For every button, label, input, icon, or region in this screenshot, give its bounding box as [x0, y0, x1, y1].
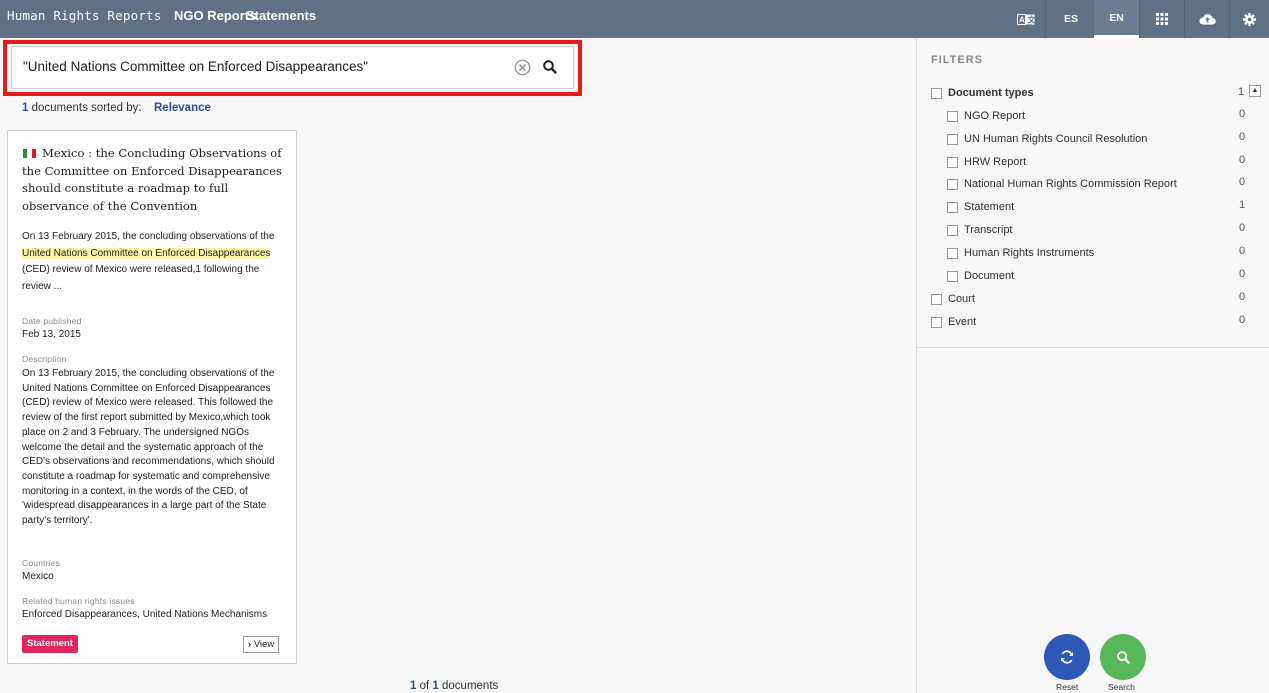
card-snippet: On 13 February 2015, the concluding obse…: [22, 229, 288, 295]
svg-text:A: A: [1019, 15, 1025, 24]
filter-count: 1: [1239, 199, 1246, 211]
filter-count: 0: [1239, 154, 1246, 166]
filter-label: Statement: [964, 201, 1015, 213]
sidebar-divider: [917, 347, 1269, 348]
collapse-up-icon[interactable]: ▲: [1249, 85, 1261, 97]
checkbox[interactable]: [931, 87, 942, 99]
checkbox[interactable]: [947, 201, 958, 213]
description-text: On 13 February 2015, the concluding obse…: [22, 368, 275, 527]
pagination-documents-label: documents: [442, 680, 499, 692]
clear-circle-icon[interactable]: [514, 59, 531, 76]
lang-es-button[interactable]: ES: [1048, 0, 1094, 38]
date-published-value: Feb 13, 2015: [22, 329, 81, 340]
search-label: Search: [1108, 682, 1135, 692]
brand-link[interactable]: Human Rights Reports: [7, 8, 162, 23]
search-icon[interactable]: [542, 59, 558, 75]
description-label: Description: [22, 354, 67, 364]
search-submit-button[interactable]: [1100, 634, 1146, 680]
pagination-of-label: of: [419, 680, 430, 692]
nav-link-ngo-reports[interactable]: NGO Reports: [174, 8, 256, 23]
filter-count: 1: [1238, 86, 1245, 98]
filter-ngo-report[interactable]: NGO Report: [947, 108, 1025, 124]
gear-icon[interactable]: [1230, 0, 1269, 38]
filter-label: Document: [964, 270, 1015, 282]
filter-count: 0: [1239, 222, 1246, 234]
filter-human-rights-instruments[interactable]: Human Rights Instruments: [947, 245, 1094, 261]
checkbox[interactable]: [947, 247, 958, 259]
filter-transcript[interactable]: Transcript: [947, 222, 1013, 238]
status-badge[interactable]: Statement: [22, 635, 78, 653]
reset-button[interactable]: [1044, 634, 1090, 680]
filter-count: 0: [1239, 314, 1246, 326]
snippet-text-before: On 13 February 2015, the concluding obse…: [22, 231, 275, 242]
lang-en-button[interactable]: EN: [1094, 0, 1139, 38]
filter-event[interactable]: Event: [931, 314, 976, 330]
filter-count: 0: [1239, 131, 1246, 143]
translate-icon[interactable]: A 文: [1007, 0, 1045, 38]
filter-label: Court: [948, 293, 975, 305]
related-issues-label: Related human rights issues: [22, 596, 135, 606]
svg-text:文: 文: [1028, 14, 1036, 24]
filter-count: 0: [1239, 268, 1246, 280]
search-icon: [1116, 650, 1130, 664]
filter-hrw-report[interactable]: HRW Report: [947, 154, 1026, 170]
view-button[interactable]: › View: [243, 636, 280, 653]
refresh-icon: [1061, 650, 1073, 664]
related-issues-value: Enforced Disappearances, United Nations …: [22, 609, 268, 620]
filter-document[interactable]: Document: [947, 268, 1014, 284]
result-card: Mexico : the Concluding Observations of …: [7, 130, 297, 664]
snippet-highlight: United Nations Committee on Enforced Dis…: [22, 247, 271, 259]
countries-label: Countries: [22, 558, 61, 568]
filters-title: FILTERS: [931, 54, 984, 66]
pagination-current: 1: [410, 680, 417, 692]
view-button-label: View: [253, 639, 275, 650]
filter-label: HRW Report: [964, 156, 1027, 168]
checkbox[interactable]: [947, 133, 958, 145]
grid-icon[interactable]: [1140, 0, 1184, 38]
filter-count: 0: [1239, 291, 1246, 303]
checkbox[interactable]: [947, 156, 958, 168]
search-input[interactable]: [23, 59, 503, 74]
filter-court[interactable]: Court: [931, 291, 975, 307]
top-navbar: Human Rights Reports NGO Reports Stateme…: [0, 0, 1269, 38]
date-published-label: Date published: [22, 316, 82, 326]
checkbox[interactable]: [931, 293, 942, 305]
filter-label: National Human Rights Commission Report: [964, 178, 1177, 190]
filter-label: Transcript: [964, 224, 1013, 236]
reset-label: Reset: [1056, 682, 1079, 692]
nav-link-statements[interactable]: Statements: [246, 8, 316, 23]
filter-label: NGO Report: [964, 110, 1026, 122]
sort-dropdown[interactable]: Relevance: [154, 102, 211, 114]
filter-statement[interactable]: Statement: [947, 199, 1014, 215]
filter-label: Event: [948, 316, 977, 328]
results-summary: 1 documents sorted by:: [22, 102, 142, 114]
chevron-right-icon: ›: [248, 639, 252, 650]
countries-value: Mexico: [22, 571, 54, 582]
checkbox[interactable]: [947, 224, 958, 236]
checkbox[interactable]: [947, 178, 958, 190]
filter-label: Human Rights Instruments: [964, 247, 1095, 259]
search-box: [11, 46, 574, 89]
filter-label: UN Human Rights Council Resolution: [964, 133, 1148, 145]
snippet-text-after: (CED) review of Mexico were released,1 f…: [22, 264, 260, 292]
filter-label: Document types: [948, 87, 1034, 99]
pagination-summary: 1 of 1 documents: [410, 680, 498, 692]
card-title[interactable]: Mexico : the Concluding Observations of …: [22, 145, 288, 215]
filter-nhrc-report[interactable]: National Human Rights Commission Report: [947, 176, 1177, 192]
filter-document-types[interactable]: Document types: [931, 85, 1034, 101]
pagination-total: 1: [432, 680, 439, 692]
filter-count: 0: [1239, 245, 1246, 257]
filters-sidebar: FILTERS Document types 1 ▲ NGO Report 0 …: [916, 38, 1269, 693]
checkbox[interactable]: [947, 110, 958, 122]
checkbox[interactable]: [931, 316, 942, 328]
results-count: 1: [22, 102, 29, 114]
filter-un-hrc-resolution[interactable]: UN Human Rights Council Resolution: [947, 131, 1147, 147]
filter-count: 0: [1239, 176, 1246, 188]
checkbox[interactable]: [947, 270, 958, 282]
filter-count: 0: [1239, 108, 1246, 120]
cloud-upload-icon[interactable]: [1185, 0, 1229, 38]
sorted-by-label: documents sorted by:: [31, 102, 142, 114]
